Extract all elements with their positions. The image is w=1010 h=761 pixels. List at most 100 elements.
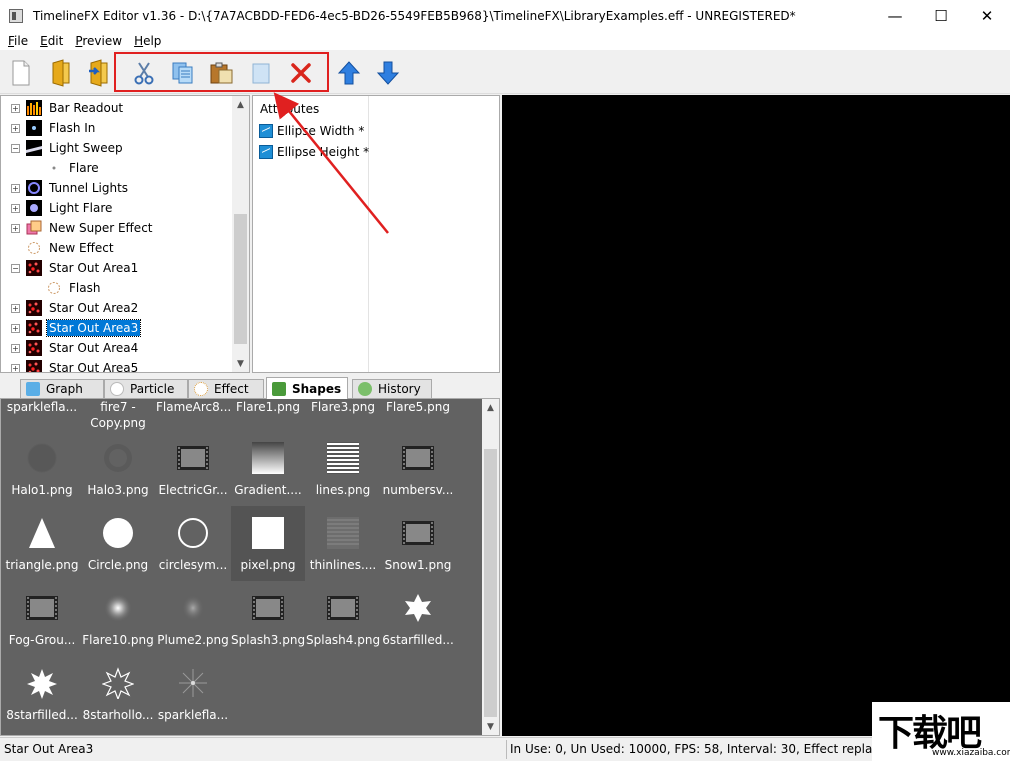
scroll-down-icon[interactable]: ▼ — [232, 355, 249, 372]
tree-item[interactable]: −Star Out Area1 — [11, 258, 140, 278]
move-down-button[interactable] — [373, 58, 403, 88]
tree-item[interactable]: +Star Out Area5 — [11, 358, 140, 373]
scroll-up-icon[interactable]: ▲ — [232, 96, 249, 113]
shape-item[interactable]: FlameArc8... — [156, 398, 230, 427]
menu-preview[interactable]: Preview — [71, 34, 126, 48]
expand-icon[interactable]: + — [11, 184, 20, 193]
shape-item[interactable]: circlesym... — [156, 506, 230, 581]
shape-item[interactable]: numbersv... — [381, 431, 455, 506]
shape-label: Splash3.png — [231, 633, 305, 647]
expand-icon[interactable]: + — [11, 304, 20, 313]
expand-icon[interactable]: + — [11, 204, 20, 213]
shape-item[interactable]: Flare10.png — [81, 581, 155, 656]
scroll-thumb[interactable] — [484, 449, 497, 717]
graph-icon — [26, 382, 40, 396]
shape-item[interactable]: Splash4.png — [306, 581, 380, 656]
menu-preview-label: review — [82, 34, 122, 48]
shape-item[interactable]: fire7 - Copy.png — [81, 398, 155, 427]
tree-scrollbar[interactable]: ▲▼ — [232, 96, 249, 372]
new-button[interactable] — [6, 58, 36, 88]
shape-item[interactable]: Circle.png — [81, 506, 155, 581]
close-button[interactable]: ✕ — [964, 0, 1010, 31]
shape-item[interactable]: Flare1.png — [231, 398, 305, 427]
shape-item[interactable]: Plume2.png — [156, 581, 230, 656]
shape-item[interactable]: Halo1.png — [5, 431, 79, 506]
shape-label: 8starfilled... — [5, 708, 79, 722]
tree-item-label: Light Flare — [47, 200, 114, 216]
shapes-scrollbar[interactable]: ▲ ▼ — [482, 399, 499, 735]
tree-item[interactable]: Flash — [31, 278, 102, 298]
scroll-up-icon[interactable]: ▲ — [482, 399, 499, 416]
tab-effect[interactable]: Effect — [188, 379, 264, 398]
expand-icon[interactable]: + — [11, 364, 20, 373]
shape-item[interactable]: triangle.png — [5, 506, 79, 581]
shape-item[interactable]: Snow1.png — [381, 506, 455, 581]
scroll-down-icon[interactable]: ▼ — [482, 718, 499, 735]
shape-thumbnail-icon — [252, 592, 284, 624]
shape-item[interactable]: 6starfilled... — [381, 581, 455, 656]
annotation-highlight-box — [114, 52, 329, 92]
minimize-button[interactable]: — — [872, 0, 918, 31]
expand-icon[interactable]: + — [11, 344, 20, 353]
tree-item[interactable]: +New Super Effect — [11, 218, 155, 238]
shape-item[interactable]: Flare5.png — [381, 398, 455, 427]
shape-item[interactable]: Splash3.png — [231, 581, 305, 656]
shape-label: Splash4.png — [306, 633, 380, 647]
expand-icon[interactable]: + — [11, 124, 20, 133]
shape-item[interactable]: lines.png — [306, 431, 380, 506]
collapse-icon[interactable]: − — [11, 264, 20, 273]
effect-thumbnail-icon — [26, 340, 42, 356]
import-button[interactable] — [84, 58, 114, 88]
shape-item[interactable]: thinlines.... — [306, 506, 380, 581]
shapes-library[interactable]: sparklefla...fire7 - Copy.pngFlameArc8..… — [0, 398, 500, 736]
attributes-header: Attributes — [260, 102, 319, 116]
menu-file[interactable]: File — [4, 34, 32, 48]
shape-item[interactable]: sparklefla... — [156, 656, 230, 731]
open-icon — [48, 59, 74, 87]
maximize-button[interactable]: ☐ — [918, 0, 964, 31]
menu-help[interactable]: Help — [130, 34, 165, 48]
close-icon: ✕ — [981, 7, 994, 25]
status-stats: In Use: 0, Un Used: 10000, FPS: 58, Inte… — [510, 742, 898, 756]
tree-item[interactable]: +Star Out Area3 — [11, 318, 140, 338]
tree-item[interactable]: Flare — [31, 158, 101, 178]
expand-icon[interactable]: + — [11, 324, 20, 333]
scroll-thumb[interactable] — [234, 214, 247, 344]
effect-thumbnail-icon — [26, 360, 42, 373]
tree-item[interactable]: +Flash In — [11, 118, 97, 138]
shape-item[interactable]: 8starfilled... — [5, 656, 79, 731]
shape-label: Circle.png — [81, 558, 155, 572]
shape-item[interactable]: ElectricGr... — [156, 431, 230, 506]
menu-edit[interactable]: Edit — [36, 34, 67, 48]
collapse-icon[interactable]: − — [11, 144, 20, 153]
attribute-ellipse-height[interactable]: Ellipse Height * — [259, 145, 369, 159]
shape-item[interactable]: Halo3.png — [81, 431, 155, 506]
effect-preview-canvas[interactable] — [502, 95, 1010, 736]
effect-tree[interactable]: +Bar Readout+Flash In−Light SweepFlare+T… — [0, 95, 250, 373]
shape-label: ElectricGr... — [156, 483, 230, 497]
move-up-button[interactable] — [334, 58, 364, 88]
tree-item[interactable]: + Light Flare — [11, 198, 114, 218]
shape-item[interactable]: 8starhollo... — [81, 656, 155, 731]
shape-label: lines.png — [306, 483, 380, 497]
tab-history[interactable]: History — [352, 379, 432, 398]
expand-icon[interactable]: + — [11, 104, 20, 113]
tree-item[interactable]: +Tunnel Lights — [11, 178, 130, 198]
tree-item[interactable]: −Light Sweep — [11, 138, 125, 158]
tab-graph[interactable]: Graph — [20, 379, 104, 398]
expand-icon[interactable]: + — [11, 224, 20, 233]
shape-item[interactable]: sparklefla... — [5, 398, 79, 427]
tree-item[interactable]: +Star Out Area2 — [11, 298, 140, 318]
shape-item[interactable]: Fog-Grou... — [5, 581, 79, 656]
tree-item[interactable]: +Bar Readout — [11, 98, 125, 118]
attribute-ellipse-width[interactable]: Ellipse Width * — [259, 124, 364, 138]
shape-item[interactable]: pixel.png — [231, 506, 305, 581]
shape-item[interactable]: Gradient.... — [231, 431, 305, 506]
tree-item[interactable]: +Star Out Area4 — [11, 338, 140, 358]
open-button[interactable] — [46, 58, 76, 88]
tab-particle[interactable]: Particle — [104, 379, 188, 398]
tree-item[interactable]: New Effect — [11, 238, 116, 258]
shape-item[interactable]: Flare3.png — [306, 398, 380, 427]
tab-shapes[interactable]: Shapes — [266, 377, 348, 399]
status-selected-effect: Star Out Area3 — [4, 742, 93, 756]
